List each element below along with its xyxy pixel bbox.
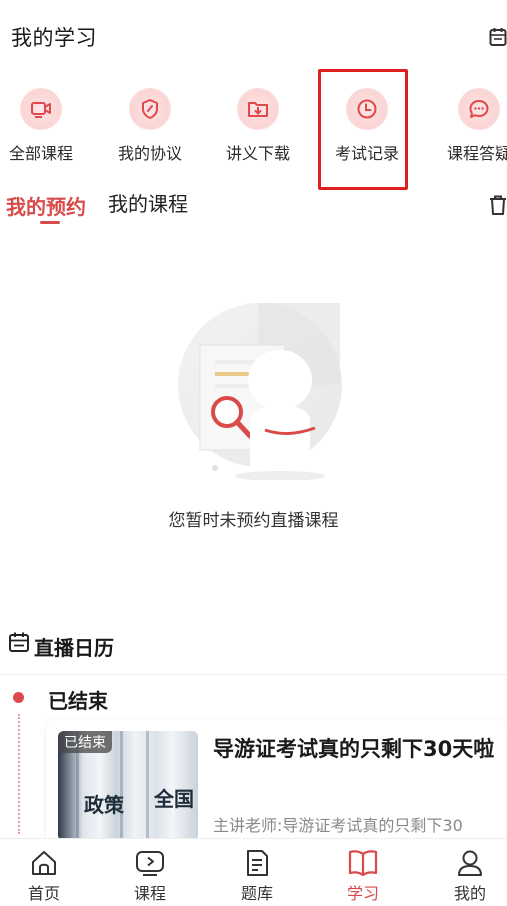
- nav-question-bank[interactable]: 题库: [217, 849, 297, 904]
- quick-action-my-agreements[interactable]: 我的协议: [102, 88, 198, 164]
- bottom-nav: 首页 课程 题库 学习 我的: [0, 838, 507, 906]
- status-heading: 已结束: [48, 689, 108, 713]
- quick-action-label: 课程答疑: [446, 144, 507, 163]
- tab-my-courses[interactable]: 我的课程: [108, 188, 188, 217]
- tab-indicator: [40, 221, 60, 224]
- user-icon: [455, 849, 485, 877]
- folder-download-icon: [237, 88, 279, 130]
- highlight-box: [318, 69, 408, 190]
- nav-label: 题库: [240, 884, 273, 903]
- empty-state-illustration: [170, 300, 350, 481]
- nav-study[interactable]: 学习: [323, 849, 403, 904]
- chat-bubble-icon: [458, 88, 500, 130]
- quick-action-label: 我的协议: [117, 144, 182, 163]
- book-icon: [348, 849, 378, 877]
- nav-label: 学习: [346, 884, 379, 903]
- shield-icon: [129, 88, 171, 130]
- calendar-icon[interactable]: [489, 27, 507, 47]
- nav-courses[interactable]: 课程: [110, 849, 190, 904]
- quick-action-label: 讲义下载: [225, 144, 290, 163]
- divider: [0, 674, 507, 675]
- thumb-text: 政策: [84, 793, 124, 817]
- nav-home[interactable]: 首页: [4, 849, 84, 904]
- nav-label: 我的: [453, 884, 486, 903]
- course-title[interactable]: 导游证考试真的只剩下30天啦: [213, 733, 498, 766]
- calendar-icon: [8, 631, 30, 653]
- play-icon: [135, 849, 165, 877]
- video-camera-icon: [20, 88, 62, 130]
- tab-my-reservations[interactable]: 我的预约: [6, 191, 86, 220]
- timeline-dot: [13, 692, 24, 703]
- trash-icon[interactable]: [489, 195, 507, 215]
- thumb-text: 全国: [154, 787, 194, 811]
- home-icon: [29, 849, 59, 877]
- quick-action-handout-download[interactable]: 讲义下载: [210, 88, 306, 164]
- nav-label: 首页: [27, 884, 60, 903]
- quick-action-label: 全部课程: [8, 144, 73, 163]
- page-title: 我的学习: [11, 26, 97, 50]
- status-badge: 已结束: [58, 731, 112, 753]
- quick-action-all-courses[interactable]: 全部课程: [0, 88, 89, 164]
- nav-profile[interactable]: 我的: [430, 849, 507, 904]
- empty-state-text: 您暂时未预约直播课程: [168, 511, 339, 531]
- course-teacher: 主讲老师:导游证考试真的只剩下30: [213, 816, 463, 835]
- section-title: 直播日历: [34, 636, 114, 660]
- nav-label: 课程: [133, 884, 166, 903]
- question-bank-icon: [242, 849, 272, 877]
- timeline-line: [18, 714, 20, 834]
- quick-action-course-qa[interactable]: 课程答疑: [431, 88, 507, 164]
